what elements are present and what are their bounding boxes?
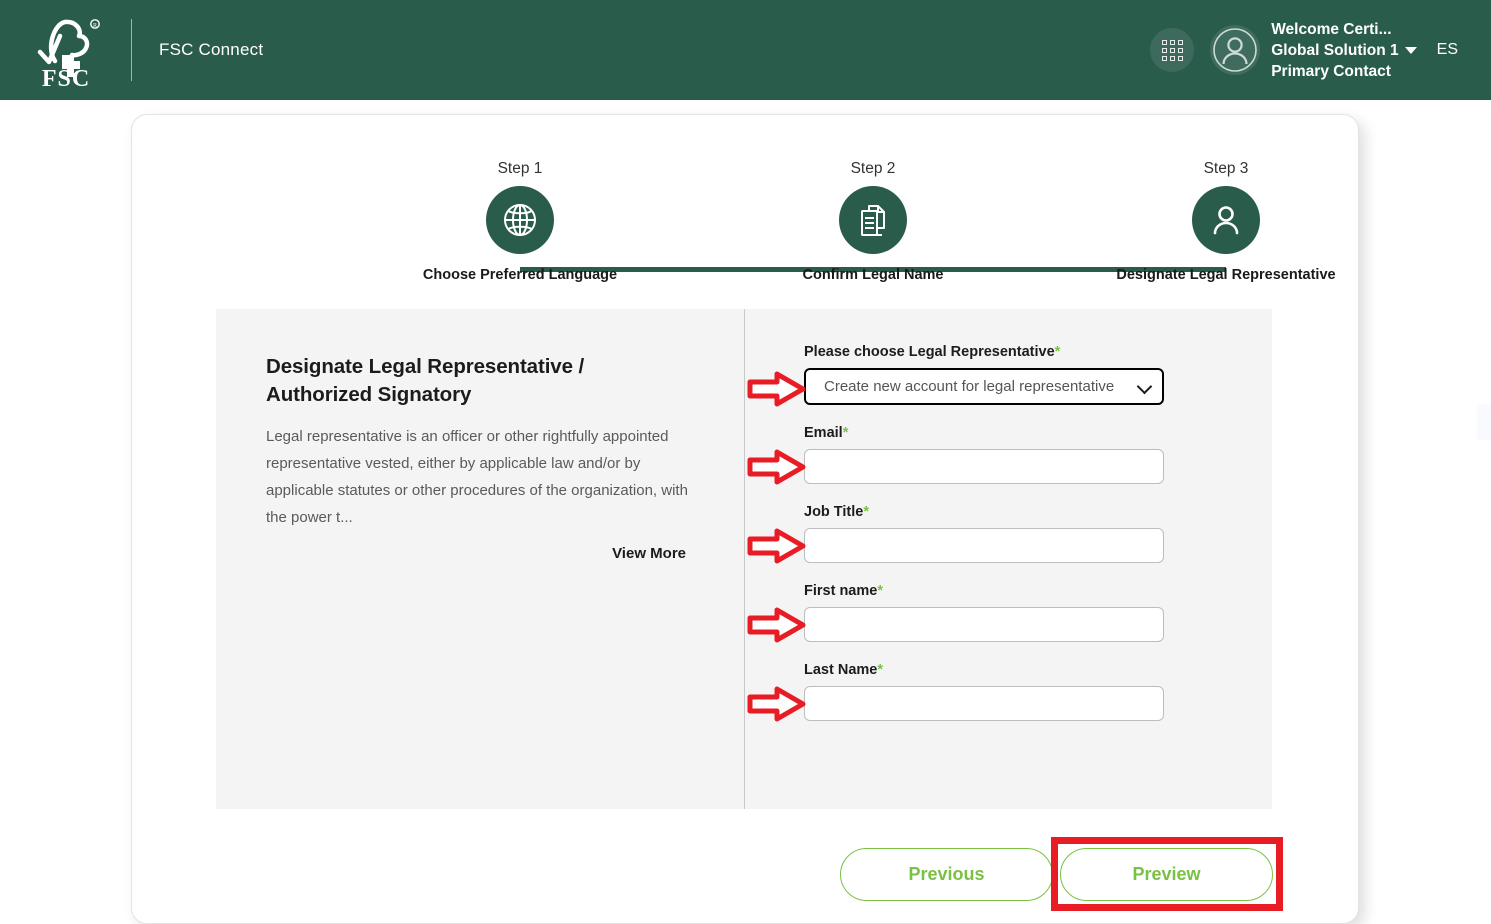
user-role: Primary Contact bbox=[1271, 62, 1391, 80]
required-marker: * bbox=[863, 504, 870, 520]
user-menu[interactable]: Welcome Certi... Global Solution 1 Prima… bbox=[1271, 19, 1417, 82]
job-title-field[interactable] bbox=[804, 528, 1164, 563]
step-number: Step 1 bbox=[497, 160, 543, 177]
required-marker: * bbox=[842, 425, 849, 441]
documents-icon bbox=[839, 186, 907, 254]
app-title: FSC Connect bbox=[159, 40, 264, 59]
annotation-arrow-icon bbox=[747, 371, 806, 407]
grid-apps-icon[interactable] bbox=[1150, 28, 1195, 72]
field-first-name: First name* bbox=[747, 583, 1272, 643]
label-text: Email bbox=[804, 425, 843, 441]
step-number: Step 3 bbox=[1203, 160, 1249, 177]
select-value: Create new account for legal representat… bbox=[824, 378, 1115, 395]
field-legal-representative: Please choose Legal Representative* Crea… bbox=[747, 344, 1272, 407]
preview-button[interactable]: Preview bbox=[1060, 848, 1273, 901]
user-org-name: Global Solution 1 bbox=[1271, 41, 1399, 59]
grid-apps-glyph bbox=[1161, 39, 1183, 61]
label-text: First name bbox=[804, 583, 878, 599]
brand-divider bbox=[131, 19, 132, 81]
app-header: R FSC FSC Connect Welcome Certi... Globa… bbox=[0, 0, 1491, 100]
field-label: Email* bbox=[804, 425, 1272, 441]
stepper-step-1[interactable]: Step 1 Choose Preferred Language bbox=[395, 160, 645, 283]
annotation-arrow-icon bbox=[747, 449, 806, 485]
previous-button[interactable]: Previous bbox=[840, 848, 1053, 901]
label-text: Please choose Legal Representative bbox=[804, 344, 1055, 360]
form-section: Please choose Legal Representative* Crea… bbox=[745, 309, 1272, 809]
legal-representative-select-wrap: Create new account for legal representat… bbox=[747, 368, 1164, 407]
field-label: Last Name* bbox=[804, 662, 1272, 678]
view-more-link[interactable]: View More bbox=[266, 545, 694, 562]
step-label: Confirm Legal Name bbox=[802, 267, 944, 283]
globe-icon bbox=[486, 186, 554, 254]
person-icon bbox=[1192, 186, 1260, 254]
avatar[interactable] bbox=[1210, 25, 1261, 75]
edge-widget-sliver[interactable] bbox=[1477, 404, 1491, 440]
wizard-card: Step 1 Choose Preferred Language Step 2 bbox=[131, 114, 1359, 924]
wizard-footer: Previous Preview bbox=[132, 837, 1360, 911]
chevron-down-icon[interactable] bbox=[1404, 46, 1417, 54]
content-panel: Designate Legal Representative / Authori… bbox=[216, 309, 1272, 809]
stepper-step-3[interactable]: Step 3 Designate Legal Representative bbox=[1101, 160, 1351, 283]
panel-title: Designate Legal Representative / Authori… bbox=[266, 355, 585, 406]
label-text: Job Title bbox=[804, 504, 864, 520]
stepper-step-2[interactable]: Step 2 Confirm Legal Name bbox=[748, 160, 998, 283]
email-field[interactable] bbox=[804, 449, 1164, 484]
field-email: Email* bbox=[747, 425, 1272, 485]
info-section: Designate Legal Representative / Authori… bbox=[216, 309, 744, 809]
language-switcher[interactable]: ES bbox=[1437, 41, 1458, 59]
svg-text:R: R bbox=[93, 23, 97, 29]
last-name-field[interactable] bbox=[804, 686, 1164, 721]
user-welcome-line: Welcome Certi... bbox=[1271, 20, 1392, 38]
fsc-logo-icon[interactable]: R FSC bbox=[32, 12, 104, 88]
field-label: Please choose Legal Representative* bbox=[804, 344, 1272, 360]
required-marker: * bbox=[1054, 344, 1061, 360]
field-label: First name* bbox=[804, 583, 1272, 599]
header-right-area: Welcome Certi... Global Solution 1 Prima… bbox=[1150, 0, 1491, 100]
step-label: Choose Preferred Language bbox=[422, 267, 618, 283]
panel-description: Legal representative is an officer or ot… bbox=[266, 428, 688, 526]
svg-text:FSC: FSC bbox=[42, 66, 90, 88]
field-label: Job Title* bbox=[804, 504, 1272, 520]
label-text: Last Name bbox=[804, 662, 878, 678]
step-label: Designate Legal Representative bbox=[1116, 267, 1336, 283]
required-marker: * bbox=[877, 583, 883, 599]
field-job-title: Job Title* bbox=[747, 504, 1272, 564]
annotation-arrow-icon bbox=[747, 686, 806, 722]
field-last-name: Last Name* bbox=[747, 662, 1272, 722]
annotation-arrow-icon bbox=[747, 607, 806, 643]
annotation-arrow-icon bbox=[747, 528, 806, 564]
first-name-field[interactable] bbox=[804, 607, 1164, 642]
step-number: Step 2 bbox=[850, 160, 896, 177]
legal-representative-select[interactable]: Create new account for legal representat… bbox=[804, 368, 1164, 405]
brand-area: R FSC FSC Connect bbox=[0, 0, 263, 100]
required-marker: * bbox=[877, 662, 883, 678]
